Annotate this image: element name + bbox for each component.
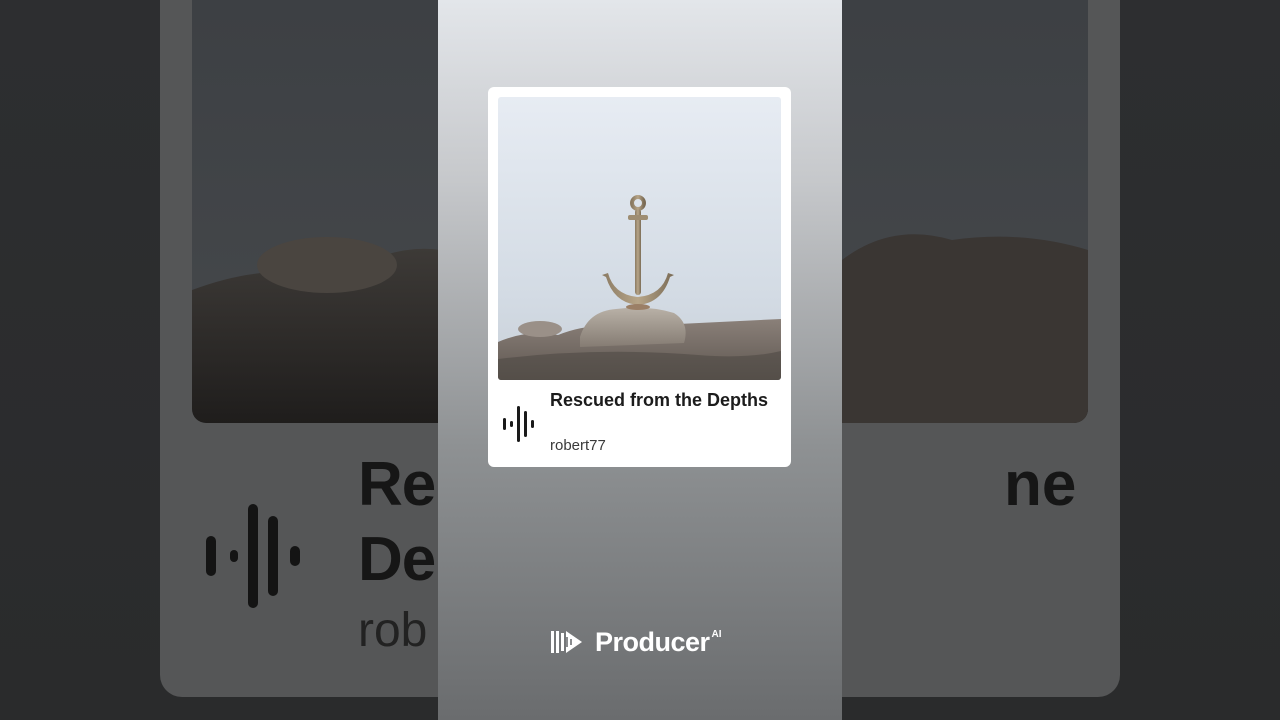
brand-ai-suffix: AI [711, 629, 722, 640]
backdrop-artist: rob [358, 604, 428, 657]
backdrop-waveform-icon [204, 498, 304, 619]
track-title: Rescued from the Depths [550, 390, 769, 410]
producer-brand: Producer AI [551, 625, 722, 659]
brand-name: Producer [595, 626, 710, 657]
track-card[interactable]: Rescued from the Depths robert77 [488, 87, 791, 467]
waveform-icon [502, 404, 536, 449]
backdrop-title-line1: Re [358, 450, 436, 519]
center-panel: Rescued from the Depths robert77 Produce… [438, 0, 842, 720]
track-artwork [498, 97, 781, 380]
producer-logo-icon [551, 631, 582, 653]
backdrop-title-right: ne [1004, 450, 1077, 519]
backdrop-title-line2: De [358, 525, 436, 594]
track-artist[interactable]: robert77 [550, 437, 606, 454]
